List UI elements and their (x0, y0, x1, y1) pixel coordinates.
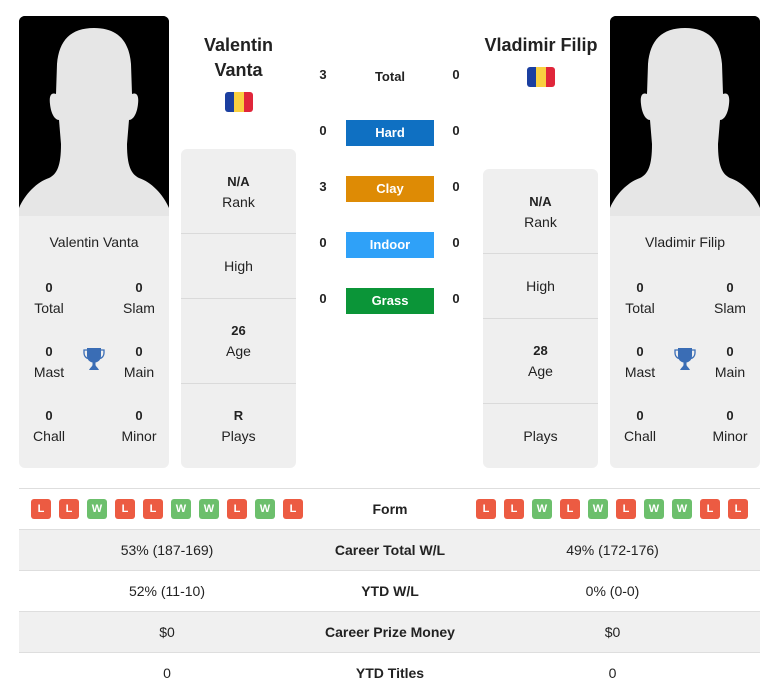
divider (483, 318, 598, 319)
player2-titles-mast: 0 Mast (624, 344, 656, 380)
row-label: Career Prize Money (325, 624, 455, 640)
loss-badge[interactable]: L (560, 499, 580, 519)
silhouette-icon (19, 16, 169, 216)
p1-value: $0 (159, 624, 175, 640)
win-badge[interactable]: W (644, 499, 664, 519)
h2h-total-label: Total (374, 69, 406, 84)
h2h-grass-p1: 0 (319, 291, 327, 306)
player1-titles-minor: 0 Minor (121, 408, 157, 444)
divider (181, 298, 296, 299)
player2-form: LLWLWLWWLL (476, 499, 748, 519)
win-badge[interactable]: W (532, 499, 552, 519)
loss-badge[interactable]: L (115, 499, 135, 519)
player1-titles-main: 0 Main (123, 344, 155, 380)
loss-badge[interactable]: L (476, 499, 496, 519)
player2-rank: N/A Rank (524, 194, 557, 230)
player1-titles-mast: 0 Mast (33, 344, 65, 380)
loss-badge[interactable]: L (504, 499, 524, 519)
player2-titles-total: 0 Total (625, 280, 655, 316)
divider (181, 383, 296, 384)
divider (181, 233, 296, 234)
surface-hard-label[interactable]: Hard (346, 120, 434, 146)
p1-value: 0 (163, 665, 171, 681)
comparison-row: $0 Career Prize Money $0 (19, 611, 760, 652)
h2h-hard-p1: 0 (319, 123, 327, 138)
player2-card-name: Vladimir Filip (644, 234, 726, 250)
p2-value: 49% (172-176) (566, 542, 659, 558)
player2-high: High (526, 278, 555, 294)
h2h-grass-p2: 0 (452, 291, 460, 306)
p2-value: $0 (604, 624, 621, 640)
win-badge[interactable]: W (199, 499, 219, 519)
player1-rank: N/A Rank (222, 174, 255, 210)
win-badge[interactable]: W (672, 499, 692, 519)
win-badge[interactable]: W (255, 499, 275, 519)
loss-badge[interactable]: L (728, 499, 748, 519)
h2h-clay-p2: 0 (452, 179, 460, 194)
h2h-total-p2: 0 (452, 67, 460, 82)
player2-stats-column: N/A Rank High 28 Age Plays (483, 169, 598, 468)
divider (483, 403, 598, 404)
comparison-row: 53% (187-169) Career Total W/L 49% (172-… (19, 529, 760, 570)
loss-badge[interactable]: L (59, 499, 79, 519)
loss-badge[interactable]: L (700, 499, 720, 519)
player1-stats-column: N/A Rank High 26 Age R Plays (181, 149, 296, 468)
win-badge[interactable]: W (171, 499, 191, 519)
player2-photo (610, 16, 760, 216)
p2-value: 0 (608, 665, 617, 681)
loss-badge[interactable]: L (227, 499, 247, 519)
win-badge[interactable]: W (87, 499, 107, 519)
silhouette-icon (610, 16, 760, 216)
form-row: LLWLLWWLWL Form LLWLWLWWLL (19, 488, 760, 529)
row-label: Career Total W/L (334, 542, 446, 558)
player2-titles-main: 0 Main (714, 344, 746, 380)
comparison-row: 0 YTD Titles 0 (19, 652, 760, 693)
player2-name[interactable]: Vladimir Filip (474, 33, 608, 58)
comparison-row: 52% (11-10) YTD W/L 0% (0-0) (19, 570, 760, 611)
player2-titles-slam: 0 Slam (714, 280, 746, 316)
h2h-hard-p2: 0 (452, 123, 460, 138)
loss-badge[interactable]: L (31, 499, 51, 519)
romania-flag-icon (527, 67, 555, 87)
player1-titles-chall: 0 Chall (33, 408, 65, 444)
romania-flag-icon (225, 92, 253, 112)
surface-indoor-label[interactable]: Indoor (346, 232, 434, 258)
divider (483, 253, 598, 254)
p2-value: 0% (0-0) (585, 583, 640, 599)
player1-name[interactable]: Valentin Vanta (181, 33, 296, 83)
player1-titles-total: 0 Total (34, 280, 64, 316)
win-badge[interactable]: W (588, 499, 608, 519)
h2h-clay-p1: 3 (319, 179, 327, 194)
player1-age: 26 Age (226, 323, 251, 359)
loss-badge[interactable]: L (616, 499, 636, 519)
player1-titles-card: Valentin Vanta 0 Total 0 Slam 0 Mast 0 M… (19, 216, 169, 468)
player2-age: 28 Age (528, 343, 553, 379)
player1-plays: R Plays (221, 408, 256, 444)
player2-titles-minor: 0 Minor (712, 408, 748, 444)
player1-photo (19, 16, 169, 216)
surface-grass-label[interactable]: Grass (346, 288, 434, 314)
player2-titles-chall: 0 Chall (624, 408, 656, 444)
player2-titles-card: Vladimir Filip 0 Total 0 Slam 0 Mast 0 M… (610, 216, 760, 468)
h2h-indoor-p1: 0 (319, 235, 327, 250)
player1-form: LLWLLWWLWL (31, 499, 303, 519)
player1-high: High (224, 258, 253, 274)
h2h-total-p1: 3 (319, 67, 327, 82)
row-label: YTD Titles (355, 665, 425, 681)
loss-badge[interactable]: L (143, 499, 163, 519)
surface-clay-label[interactable]: Clay (346, 176, 434, 202)
p1-value: 53% (187-169) (120, 542, 214, 558)
loss-badge[interactable]: L (283, 499, 303, 519)
player1-card-name: Valentin Vanta (49, 234, 139, 250)
player1-titles-slam: 0 Slam (123, 280, 155, 316)
h2h-indoor-p2: 0 (452, 235, 460, 250)
row-label: YTD W/L (361, 583, 419, 599)
p1-value: 52% (11-10) (128, 583, 205, 599)
form-label: Form (372, 501, 408, 517)
player2-plays: Plays (523, 428, 558, 444)
